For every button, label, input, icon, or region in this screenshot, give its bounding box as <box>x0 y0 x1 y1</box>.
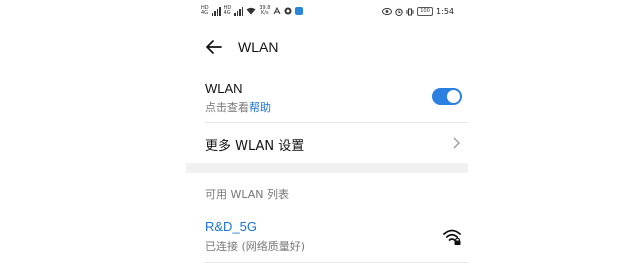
network-item[interactable]: R&D_5G 已连接 (网络质量好) <box>186 212 468 262</box>
net-speed: 39.8 K/s <box>259 5 271 16</box>
available-wlan-header: 可用 WLAN 列表 <box>205 188 290 201</box>
more-wlan-settings-row[interactable]: 更多 WLAN 设置 <box>186 124 468 162</box>
app-badge-icon <box>295 7 304 15</box>
signal-strength-icon <box>211 6 221 16</box>
battery-icon: 100 <box>417 7 434 16</box>
wlan-toggle-label: WLAN <box>205 81 243 96</box>
wlan-switch[interactable] <box>432 88 462 105</box>
wifi-locked-icon <box>443 229 461 245</box>
app-header: WLAN <box>186 30 468 64</box>
switch-knob <box>447 90 460 103</box>
help-link[interactable]: 帮助 <box>249 101 271 114</box>
more-wlan-settings-label: 更多 WLAN 设置 <box>205 139 305 154</box>
status-left: HD 4G HD 4G 39.8 K/s <box>201 5 304 16</box>
network-status: 已连接 (网络质量好) <box>205 240 306 253</box>
app-notification-icon <box>284 7 292 15</box>
signal-strength-2-icon <box>234 6 244 16</box>
status-bar: HD 4G HD 4G 39.8 K/s 100 1:54 <box>186 0 468 26</box>
network-name: R&D_5G <box>205 219 258 234</box>
section-separator <box>186 163 468 173</box>
chevron-right-icon <box>453 137 460 149</box>
wlan-toggle-row[interactable]: WLAN 点击查看帮助 <box>186 76 468 122</box>
hd-badge-icon: HD 4G <box>201 5 209 16</box>
phone-screen: HD 4G HD 4G 39.8 K/s 100 1:54 WLAN WLAN … <box>186 0 468 267</box>
wlan-help-text: 点击查看帮助 <box>205 99 271 115</box>
back-arrow-icon[interactable] <box>204 37 224 57</box>
alarm-icon <box>395 8 403 16</box>
page-title: WLAN <box>238 39 279 55</box>
divider <box>205 122 468 123</box>
vibrate-icon <box>406 8 414 15</box>
help-prefix: 点击查看 <box>205 101 249 114</box>
divider <box>205 262 468 263</box>
status-right: 100 1:54 <box>382 7 454 16</box>
clock: 1:54 <box>436 7 454 16</box>
sim2-badge-icon: HD 4G <box>223 5 232 16</box>
wifi-status-icon <box>246 7 256 15</box>
notification-icon <box>273 7 281 15</box>
eye-comfort-icon <box>382 8 393 15</box>
